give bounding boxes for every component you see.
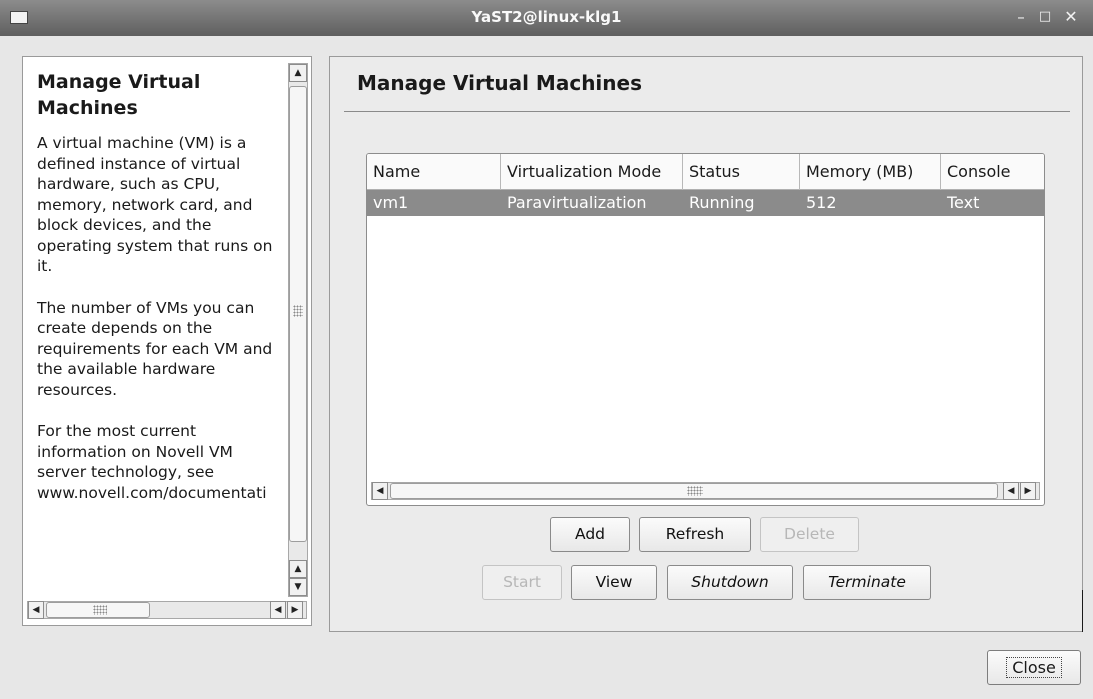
help-hscroll-thumb[interactable] bbox=[46, 602, 150, 618]
help-vertical-scrollbar[interactable]: ▲ ▲ ▼ bbox=[288, 63, 308, 597]
cell-status: Running bbox=[689, 193, 755, 212]
scroll-left-icon[interactable]: ◀ bbox=[28, 601, 44, 619]
main-panel: Manage Virtual Machines Name Virtualizat… bbox=[329, 56, 1083, 632]
cell-virtualization-mode: Paravirtualization bbox=[507, 193, 647, 212]
window-title: YaST2@linux-klg1 bbox=[471, 8, 622, 26]
help-text: Manage Virtual Machines A virtual machin… bbox=[37, 69, 281, 524]
scroll-left-icon[interactable]: ◀ bbox=[270, 601, 286, 619]
title-divider bbox=[344, 111, 1070, 112]
start-button[interactable]: Start bbox=[482, 565, 562, 600]
add-button[interactable]: Add bbox=[550, 517, 630, 552]
column-header-virtualization-mode[interactable]: Virtualization Mode bbox=[501, 154, 683, 190]
page-title: Manage Virtual Machines bbox=[357, 71, 642, 95]
delete-button[interactable]: Delete bbox=[760, 517, 859, 552]
terminate-button[interactable]: Terminate bbox=[803, 565, 931, 600]
scroll-left-icon[interactable]: ◀ bbox=[1003, 482, 1019, 500]
help-horizontal-scrollbar[interactable]: ◀ ◀ ▶ bbox=[27, 601, 307, 619]
close-button-label: Close bbox=[1006, 657, 1062, 678]
table-horizontal-scrollbar[interactable]: ◀ ◀ ▶ bbox=[371, 482, 1040, 500]
column-header-status[interactable]: Status bbox=[683, 154, 800, 190]
grip-icon bbox=[687, 486, 703, 496]
maximize-icon[interactable]: □ bbox=[1036, 7, 1054, 27]
help-paragraph: A virtual machine (VM) is a defined inst… bbox=[37, 134, 273, 275]
shutdown-button[interactable]: Shutdown bbox=[667, 565, 793, 600]
table-header: Name Virtualization Mode Status Memory (… bbox=[367, 154, 1044, 190]
scroll-down-icon[interactable]: ▼ bbox=[289, 578, 307, 596]
minimize-icon[interactable]: – bbox=[1012, 7, 1030, 27]
frame-edge bbox=[1082, 590, 1083, 632]
cell-name: vm1 bbox=[373, 193, 409, 212]
scroll-right-icon[interactable]: ▶ bbox=[1020, 482, 1036, 500]
column-header-console[interactable]: Console bbox=[941, 154, 1044, 190]
close-icon[interactable]: ✕ bbox=[1062, 7, 1080, 27]
help-paragraph: The number of VMs you can create depends… bbox=[37, 298, 273, 399]
vm-table[interactable]: Name Virtualization Mode Status Memory (… bbox=[366, 153, 1045, 506]
scroll-left-icon[interactable]: ◀ bbox=[372, 482, 388, 500]
column-header-memory[interactable]: Memory (MB) bbox=[800, 154, 941, 190]
grip-icon bbox=[93, 605, 107, 615]
scroll-right-icon[interactable]: ▶ bbox=[287, 601, 303, 619]
cell-memory: 512 bbox=[806, 193, 837, 212]
help-scroll-thumb[interactable] bbox=[289, 86, 307, 542]
table-row[interactable]: vm1 Paravirtualization Running 512 Text bbox=[367, 190, 1044, 216]
help-title: Manage Virtual Machines bbox=[37, 71, 201, 119]
view-button[interactable]: View bbox=[571, 565, 657, 600]
column-header-name[interactable]: Name bbox=[367, 154, 501, 190]
table-hscroll-thumb[interactable] bbox=[390, 483, 998, 499]
refresh-button[interactable]: Refresh bbox=[639, 517, 751, 552]
scroll-up-icon[interactable]: ▲ bbox=[289, 560, 307, 578]
scroll-up-icon[interactable]: ▲ bbox=[289, 64, 307, 82]
grip-icon bbox=[293, 305, 303, 317]
cell-console: Text bbox=[947, 193, 980, 212]
help-paragraph: For the most current information on Nove… bbox=[37, 422, 267, 502]
window-titlebar[interactable]: YaST2@linux-klg1 – □ ✕ bbox=[0, 0, 1093, 36]
help-panel: Manage Virtual Machines A virtual machin… bbox=[22, 56, 312, 626]
close-button[interactable]: Close bbox=[987, 650, 1081, 685]
